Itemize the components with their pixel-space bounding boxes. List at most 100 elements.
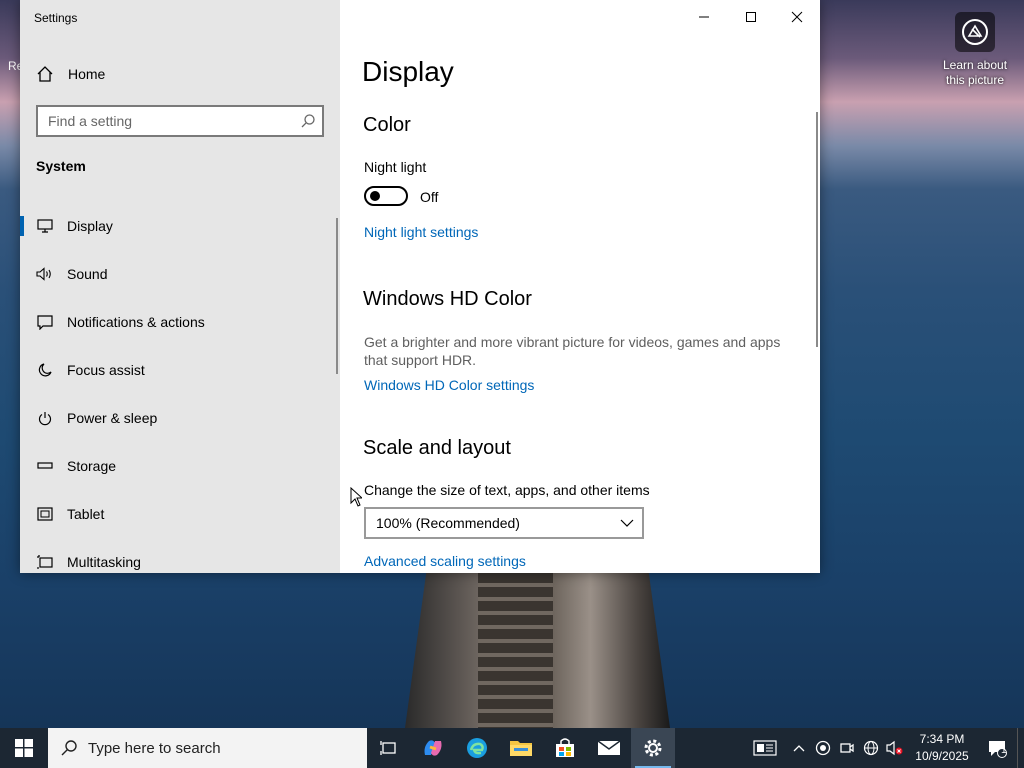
- store-button[interactable]: [543, 728, 587, 768]
- sidebar: Settings Home System Display Sound: [20, 0, 340, 573]
- news-widget-button[interactable]: [743, 728, 787, 768]
- sidebar-item-label: Power & sleep: [67, 410, 158, 426]
- home-icon: [36, 65, 54, 83]
- taskbar-search-placeholder: Type here to search: [88, 739, 221, 757]
- taskbar-clock[interactable]: 7:34 PM 10/9/2025: [907, 731, 977, 765]
- toggle-knob: [370, 191, 380, 201]
- scale-label: Change the size of text, apps, and other…: [364, 482, 650, 498]
- sidebar-home-label: Home: [68, 66, 106, 82]
- file-explorer-button[interactable]: [499, 728, 543, 768]
- scale-heading: Scale and layout: [363, 437, 511, 459]
- record-icon: [815, 740, 831, 756]
- mouse-cursor-icon: [350, 487, 362, 507]
- clock-time: 7:34 PM: [919, 732, 965, 746]
- sidebar-item-label: Multitasking: [67, 554, 141, 570]
- color-heading: Color: [363, 114, 411, 136]
- clock-date: 10/9/2025: [915, 749, 969, 763]
- learn-about-picture[interactable]: Learn about this picture: [940, 12, 1010, 88]
- sidebar-item-notifications[interactable]: Notifications & actions: [20, 298, 340, 346]
- sidebar-home[interactable]: Home: [36, 62, 105, 86]
- close-button[interactable]: [774, 0, 820, 34]
- sidebar-nav: Display Sound Notifications & actions Fo…: [20, 202, 340, 573]
- taskbar-search[interactable]: Type here to search: [48, 728, 367, 768]
- chevron-up-icon: [793, 745, 805, 752]
- notification-icon: [36, 313, 54, 331]
- windows-logo-icon: [15, 739, 33, 757]
- task-view-icon: [380, 741, 396, 755]
- tablet-icon: [36, 505, 54, 523]
- show-desktop-button[interactable]: [1017, 728, 1024, 768]
- scale-dropdown-value: 100% (Recommended): [376, 515, 520, 531]
- minimize-button[interactable]: [681, 0, 727, 34]
- mail-button[interactable]: [587, 728, 631, 768]
- advanced-scaling-link[interactable]: Advanced scaling settings: [364, 553, 526, 569]
- tray-meet-button[interactable]: [835, 728, 859, 768]
- storage-icon: [36, 457, 54, 475]
- desktop-icon-partial[interactable]: Re: [0, 55, 23, 175]
- sidebar-item-label: Storage: [67, 458, 117, 474]
- hdr-settings-link[interactable]: Windows HD Color settings: [364, 377, 534, 393]
- maximize-button[interactable]: [728, 0, 774, 34]
- show-hidden-icons-button[interactable]: [787, 728, 811, 768]
- start-button[interactable]: [0, 728, 48, 768]
- system-tray: 7:34 PM 10/9/2025 1: [743, 728, 1024, 768]
- night-light-toggle[interactable]: [364, 186, 408, 206]
- copilot-button[interactable]: [411, 728, 455, 768]
- sidebar-section-title: System: [36, 158, 86, 174]
- settings-search-box[interactable]: [36, 105, 324, 137]
- copilot-icon: [424, 740, 442, 756]
- settings-taskbar-button[interactable]: [631, 728, 675, 768]
- search-icon: [61, 740, 77, 756]
- tray-record-button[interactable]: [811, 728, 835, 768]
- night-light-settings-link[interactable]: Night light settings: [364, 224, 478, 240]
- settings-search-input[interactable]: [38, 113, 300, 129]
- sidebar-item-label: Focus assist: [67, 362, 145, 378]
- settings-icon: [644, 739, 662, 757]
- learn-about-label: Learn about this picture: [942, 58, 1008, 87]
- night-light-label: Night light: [364, 159, 427, 175]
- edge-icon: [467, 738, 487, 758]
- multitasking-icon: [36, 553, 54, 571]
- main-scrollbar[interactable]: [816, 112, 818, 347]
- settings-window: Settings Home System Display Sound: [20, 0, 820, 573]
- chevron-down-icon: [620, 519, 634, 527]
- close-icon: [791, 11, 803, 23]
- hdr-heading: Windows HD Color: [363, 288, 532, 310]
- notification-count-badge: 1: [1001, 745, 1007, 756]
- action-center-button[interactable]: 1: [977, 728, 1017, 768]
- file-explorer-icon: [510, 741, 532, 756]
- camera-app-icon: [840, 743, 854, 753]
- sidebar-item-tablet[interactable]: Tablet: [20, 490, 340, 538]
- mail-icon: [597, 740, 621, 755]
- task-view-button[interactable]: [367, 728, 411, 768]
- sidebar-item-label: Notifications & actions: [67, 314, 205, 330]
- hdr-description: Get a brighter and more vibrant picture …: [364, 334, 781, 368]
- globe-icon: [863, 740, 879, 756]
- sidebar-item-sound[interactable]: Sound: [20, 250, 340, 298]
- volume-muted-icon: [886, 740, 903, 756]
- edge-button[interactable]: [455, 728, 499, 768]
- taskbar: Type here to search 7:34 PM 10/9/2025 1: [0, 728, 1024, 768]
- maximize-icon: [746, 12, 756, 22]
- sidebar-item-label: Sound: [67, 266, 108, 282]
- sidebar-item-multitasking[interactable]: Multitasking: [20, 538, 340, 573]
- moon-icon: [36, 361, 54, 379]
- sidebar-item-storage[interactable]: Storage: [20, 442, 340, 490]
- window-title: Settings: [34, 11, 78, 25]
- sidebar-item-label: Display: [67, 218, 113, 234]
- volume-button[interactable]: [883, 728, 907, 768]
- sidebar-item-display[interactable]: Display: [20, 202, 340, 250]
- sidebar-item-label: Tablet: [67, 506, 105, 522]
- scale-dropdown[interactable]: 100% (Recommended): [364, 507, 644, 539]
- search-icon[interactable]: [300, 113, 316, 129]
- store-icon: [556, 738, 574, 757]
- monitor-icon: [36, 217, 54, 235]
- sidebar-item-power-sleep[interactable]: Power & sleep: [20, 394, 340, 442]
- camera-icon: [955, 12, 995, 52]
- minimize-icon: [699, 16, 709, 18]
- sidebar-scrollbar[interactable]: [336, 218, 338, 374]
- speaker-icon: [36, 265, 54, 283]
- wallpaper-pier-steps: [478, 573, 553, 728]
- network-button[interactable]: [859, 728, 883, 768]
- sidebar-item-focus-assist[interactable]: Focus assist: [20, 346, 340, 394]
